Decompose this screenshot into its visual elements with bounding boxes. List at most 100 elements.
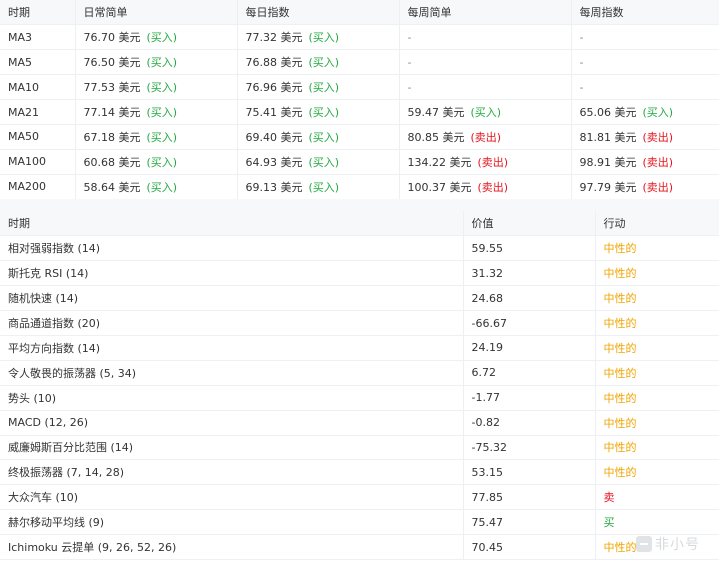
period-cell: MA3	[0, 24, 75, 51]
signal-label: (买入)	[308, 31, 340, 45]
ma-value-cell: 77.14 美元 (买入)	[74, 99, 237, 125]
technical-indicator-table: 时期 价值 行动 相对强弱指数 (14) 59.55 中性的 斯托克 RSI (14)…	[0, 211, 719, 560]
indicator-action: 中性的	[594, 235, 719, 262]
table-row: 赫尔移动平均线 (9) 75.47 买	[0, 509, 719, 536]
table-row: MA200 58.64 美元 (买入) 69.13 美元 (买入) 100.37 美元 (卖…	[0, 174, 719, 200]
table-row: MACD (12, 26) -0.82 中性的	[0, 410, 719, 436]
period-cell: MA100	[0, 149, 75, 175]
table-row: 终极振荡器 (7, 14, 28) 53.15 中性的	[0, 459, 719, 486]
watermark: 非小号	[636, 532, 700, 556]
indicator-value: 24.68	[462, 285, 595, 312]
currency-unit: 美元	[614, 106, 637, 119]
signal-label: (买入)	[308, 130, 340, 144]
indicator-value: 59.55	[462, 235, 595, 262]
indicator-action: 中性的	[594, 260, 719, 287]
price-value: 77.53	[83, 81, 116, 95]
price-value: 58.64	[83, 180, 116, 194]
indicator-action: 中性的	[594, 435, 719, 461]
table-row: 平均方向指数 (14) 24.19 中性的	[0, 335, 719, 361]
ma-value-cell: -	[398, 49, 571, 76]
price-value: 76.88	[245, 56, 278, 70]
ma-value-cell: -	[570, 49, 719, 76]
currency-unit: 美元	[442, 106, 465, 119]
currency-unit: 美元	[614, 130, 637, 144]
table-row: 相对强弱指数 (14) 59.55 中性的	[0, 235, 719, 262]
currency-unit: 美元	[614, 180, 637, 194]
table-header-row: 时期 价值 行动	[0, 211, 719, 237]
currency-unit: 美元	[280, 180, 303, 194]
price-value: 59.47	[407, 106, 440, 119]
signal-label: (卖出)	[477, 155, 509, 169]
price-value: -	[579, 80, 584, 94]
ma-value-cell: 76.88 美元 (买入)	[236, 49, 399, 76]
indicator-value: -66.67	[462, 310, 595, 336]
currency-unit: 美元	[118, 130, 141, 144]
price-value: -	[407, 30, 412, 44]
indicator-value: -0.82	[462, 410, 595, 436]
indicator-name: 赫尔移动平均线 (9)	[0, 509, 463, 536]
indicator-value: -1.77	[462, 385, 595, 411]
indicator-action: 中性的	[594, 410, 719, 436]
indicator-action: 中性的	[594, 285, 719, 312]
price-value: 76.50	[83, 56, 116, 70]
indicator-name: 威廉姆斯百分比范围 (14)	[0, 435, 463, 461]
currency-unit: 美元	[118, 31, 141, 45]
ma-value-cell: -	[398, 74, 571, 101]
currency-unit: 美元	[118, 155, 141, 169]
signal-label: (买入)	[470, 106, 502, 119]
currency-unit: 美元	[614, 155, 637, 169]
price-value: 98.91	[579, 155, 612, 169]
exchange-logo-icon	[636, 536, 652, 552]
signal-label: (买入)	[146, 130, 178, 144]
table-row: MA5 76.50 美元 (买入) 76.88 美元 (买入) - -	[0, 49, 719, 76]
indicator-value: -75.32	[462, 435, 595, 461]
signal-label: (卖出)	[642, 155, 674, 169]
column-header: 时期	[0, 0, 75, 26]
price-value: 77.32	[245, 31, 278, 45]
ma-value-cell: -	[570, 24, 719, 51]
table-row: MA100 60.68 美元 (买入) 64.93 美元 (买入) 134.22 美元 (卖…	[0, 149, 719, 175]
column-header: 行动	[594, 211, 719, 237]
indicator-action: 中性的	[594, 459, 719, 486]
currency-unit: 美元	[280, 130, 303, 144]
indicator-name: 势头 (10)	[0, 385, 463, 411]
moving-average-table: 时期 日常简单 每日指数 每周简单 每周指数 MA3 76.70 美元 (买入) 77…	[0, 0, 719, 200]
ma-value-cell: 80.85 美元 (卖出)	[398, 124, 571, 150]
ma-value-cell: 76.50 美元 (买入)	[74, 49, 237, 76]
table-row: 斯托克 RSI (14) 31.32 中性的	[0, 260, 719, 287]
signal-label: (买入)	[308, 56, 340, 70]
indicator-action: 中性的	[594, 335, 719, 361]
currency-unit: 美元	[280, 31, 303, 45]
currency-unit: 美元	[118, 106, 141, 119]
signal-label: (卖出)	[642, 130, 674, 144]
signal-label: (买入)	[146, 180, 178, 194]
indicator-action: 中性的	[594, 385, 719, 411]
currency-unit: 美元	[280, 155, 303, 169]
price-value: 67.18	[83, 130, 116, 144]
table-row: MA21 77.14 美元 (买入) 75.41 美元 (买入) 59.47 美元 (买入)…	[0, 99, 719, 125]
ma-value-cell: 77.53 美元 (买入)	[74, 74, 237, 101]
price-value: 69.13	[245, 180, 278, 194]
table-row: 商品通道指数 (20) -66.67 中性的	[0, 310, 719, 336]
price-value: -	[407, 80, 412, 94]
indicator-value: 70.45	[462, 534, 595, 560]
price-value: 76.96	[245, 81, 278, 95]
table-header-row: 时期 日常简单 每日指数 每周简单 每周指数	[0, 0, 719, 26]
currency-unit: 美元	[449, 180, 472, 194]
period-cell: MA21	[0, 99, 75, 125]
ma-value-cell: 100.37 美元 (卖出)	[398, 174, 571, 200]
ma-value-cell: 69.40 美元 (买入)	[236, 124, 399, 150]
ma-value-cell: 69.13 美元 (买入)	[236, 174, 399, 200]
price-value: -	[407, 55, 412, 69]
indicator-name: 大众汽车 (10)	[0, 484, 463, 511]
ma-value-cell: 65.06 美元 (买入)	[570, 99, 719, 125]
indicator-value: 53.15	[462, 459, 595, 486]
table-row: MA50 67.18 美元 (买入) 69.40 美元 (买入) 80.85 美元 (卖出)…	[0, 124, 719, 150]
price-value: -	[579, 30, 584, 44]
period-cell: MA200	[0, 174, 75, 200]
indicator-action: 中性的	[594, 310, 719, 336]
currency-unit: 美元	[118, 81, 141, 95]
ma-value-cell: 75.41 美元 (买入)	[236, 99, 399, 125]
indicator-action: 中性的	[594, 360, 719, 386]
signal-label: (卖出)	[642, 180, 674, 194]
